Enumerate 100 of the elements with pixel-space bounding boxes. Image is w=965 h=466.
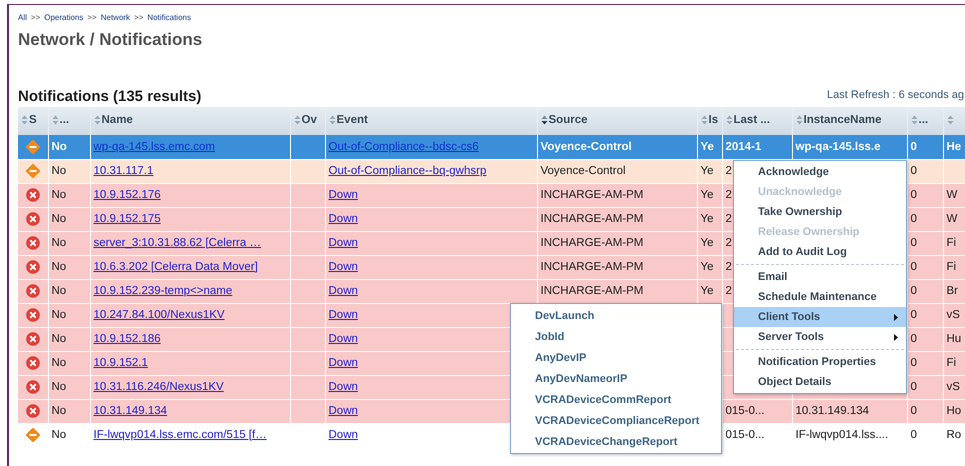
name-link[interactable]: 10.9.152.175 [94, 213, 161, 225]
table-cell: 2 [726, 237, 732, 249]
event-link[interactable]: Down [328, 261, 358, 273]
event-link[interactable]: Out-of-Compliance--bq-gwhsrp [328, 165, 486, 177]
name-link[interactable]: 10.9.152.176 [94, 189, 161, 201]
table-cell: No [52, 285, 66, 297]
column-header[interactable]: ... [907, 107, 943, 135]
table-cell: 0 [910, 405, 917, 417]
name-link[interactable]: 10.31.117.1 [94, 165, 154, 177]
last-refresh-text: Last Refresh : 6 seconds ag [827, 89, 964, 103]
table-cell: 0 [910, 165, 917, 177]
table-cell: No [52, 140, 67, 153]
event-link[interactable]: Down [328, 189, 358, 201]
error-icon [26, 404, 40, 418]
table-cell: 2 [726, 285, 732, 297]
event-link[interactable]: Down [328, 309, 358, 321]
table-cell: Ye [700, 237, 714, 249]
table-cell: 0 [910, 357, 917, 369]
menu-item[interactable]: Acknowledge [734, 162, 906, 182]
name-link[interactable]: server_3:10.31.88.62 [Celerra … [94, 237, 261, 249]
error-icon [26, 236, 40, 250]
error-icon [26, 380, 40, 394]
table-cell: Voyence-Control [540, 140, 632, 153]
table-cell: 2 [726, 261, 732, 273]
table-cell: INCHARGE-AM-PM [540, 261, 644, 273]
table-cell: Ho [946, 405, 962, 417]
table-cell: 2 [726, 213, 732, 225]
column-header[interactable]: Name [90, 107, 290, 135]
name-link[interactable]: 10.31.116.246/Nexus1KV [94, 381, 224, 393]
name-link[interactable]: 10.9.152.186 [94, 333, 161, 345]
error-icon [26, 284, 40, 298]
table-cell: No [52, 357, 66, 369]
submenu-arrow-icon [894, 334, 898, 340]
table-cell: No [52, 381, 66, 393]
table-cell: 0 [910, 213, 917, 225]
table-cell: 0 [910, 309, 917, 321]
table-cell: Fi [946, 261, 956, 273]
table-cell: 2 [726, 165, 732, 177]
event-link[interactable]: Down [328, 381, 358, 393]
table-cell: Fi [946, 357, 956, 369]
table-cell: No [52, 237, 66, 249]
table-cell: No [52, 309, 66, 321]
column-header[interactable]: Last ... [722, 107, 792, 135]
name-link[interactable]: IF-lwqvp014.lss.emc.com/515 [f… [94, 429, 267, 441]
table-cell: 0 [910, 261, 917, 273]
event-link[interactable]: Down [328, 357, 358, 369]
breadcrumb-link[interactable]: Operations [44, 13, 84, 22]
breadcrumb-separator: >> [87, 13, 97, 22]
table-cell: INCHARGE-AM-PM [540, 285, 644, 297]
table-cell: No [52, 405, 66, 417]
table-cell: 0 [910, 140, 917, 153]
name-link[interactable]: 10.6.3.202 [Celerra Data Mover] [94, 261, 258, 273]
table-cell: No [52, 429, 66, 441]
table-cell: Voyence-Control [540, 165, 626, 177]
table-cell: W [946, 213, 958, 225]
event-link[interactable]: Down [328, 237, 358, 249]
menu-item[interactable]: Notification Properties [734, 352, 906, 372]
column-header[interactable]: Event [325, 107, 537, 135]
event-link[interactable]: Down [328, 285, 358, 297]
error-icon [26, 332, 40, 346]
warning-icon [26, 140, 40, 154]
table-cell: Ye [700, 261, 714, 273]
column-header[interactable]: ... [48, 107, 90, 135]
table-cell: INCHARGE-AM-PM [540, 213, 644, 225]
table-cell: vS [946, 309, 960, 321]
breadcrumb-link[interactable]: Network [100, 13, 130, 22]
event-link[interactable]: Down [328, 333, 358, 345]
table-cell: No [52, 213, 66, 225]
sort-icon[interactable] [540, 115, 548, 125]
table-cell: 2014-1 [726, 140, 762, 153]
table-cell: Fi [946, 237, 956, 249]
event-link[interactable]: Down [328, 213, 358, 225]
column-header[interactable]: Source [537, 107, 697, 135]
breadcrumb-link[interactable]: All [18, 13, 27, 22]
section-title: Notifications (135 results) [18, 88, 202, 105]
name-link[interactable]: 10.247.84.100/Nexus1KV [94, 309, 225, 321]
column-header[interactable]: Ov [290, 107, 325, 135]
column-header[interactable]: S [18, 107, 48, 135]
menu-item[interactable]: Client Tools [734, 307, 906, 327]
table-cell: No [52, 333, 66, 345]
name-link[interactable]: 10.9.152.1 [94, 357, 148, 369]
warning-icon [26, 164, 40, 178]
menu-item[interactable]: JobId [511, 326, 721, 347]
menu-item[interactable]: Server Tools [734, 327, 906, 347]
table-cell: vS [946, 381, 960, 393]
name-link[interactable]: 10.9.152.239-temp<>name [94, 285, 232, 297]
menu-item[interactable]: Object Details [734, 372, 906, 392]
event-link[interactable]: Down [328, 405, 358, 417]
menu-item[interactable]: DevLaunch [511, 305, 721, 326]
breadcrumb-link[interactable]: Notifications [147, 13, 191, 22]
table-cell: Ro [946, 429, 962, 441]
event-link[interactable]: Down [328, 429, 358, 441]
table-cell: Ye [700, 213, 714, 225]
name-link[interactable]: 10.31.149.134 [94, 405, 168, 417]
table-cell: 0 [910, 285, 917, 297]
table-cell: Ye [700, 285, 714, 297]
error-icon [26, 260, 40, 274]
column-header[interactable]: InstanceName [792, 107, 907, 135]
column-header[interactable]: Is [697, 107, 722, 135]
error-icon [26, 356, 40, 370]
